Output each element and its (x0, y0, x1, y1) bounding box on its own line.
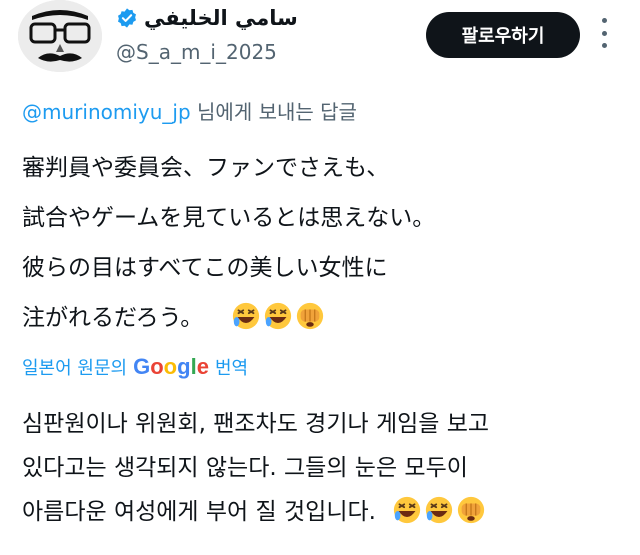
author-name-row[interactable]: سامي الخليفي (116, 6, 298, 30)
translation-label[interactable]: 일본어 원문의 Google 번역 (22, 354, 248, 380)
translation-suffix: 번역 (214, 358, 249, 379)
tweet-text: 審判員や委員会、ファンでさえも、 試合やゲームを見ているとは思えない。 彼らの目… (22, 143, 622, 343)
more-options-icon[interactable] (598, 18, 610, 48)
reply-context-suffix: 님에게 보내는 답글 (190, 100, 357, 124)
avatar[interactable] (18, 0, 102, 72)
author-handle[interactable]: @S_a_m_i_2025 (116, 40, 277, 64)
mustache-glasses-avatar-icon (18, 0, 102, 72)
reply-context: @murinomiyu_jp 님에게 보내는 답글 (22, 96, 357, 125)
translation-prefix: 일본어 원문의 (22, 358, 128, 379)
rolling-on-floor-laughing-icon (393, 496, 421, 524)
follow-button[interactable]: 팔로우하기 (426, 12, 580, 58)
rolling-on-floor-laughing-icon (425, 496, 453, 524)
tweet-body: 審判員や委員会、ファンでさえも、 試合やゲームを見ているとは思えない。 彼らの目… (22, 155, 436, 331)
face-with-peeking-eye-icon (297, 302, 324, 330)
rolling-on-floor-laughing-icon (233, 302, 260, 330)
google-logo-icon: Google (133, 354, 209, 379)
verified-badge-icon (118, 8, 136, 28)
face-with-peeking-eye-icon (457, 496, 485, 524)
author-display-name[interactable]: سامي الخليفي (144, 6, 298, 30)
rolling-on-floor-laughing-icon (265, 302, 292, 330)
translated-text: 심판원이나 위원회, 팬조차도 경기나 게임을 보고 있다고는 생각되지 않는다… (22, 402, 628, 534)
reply-mention-link[interactable]: @murinomiyu_jp (22, 100, 191, 124)
